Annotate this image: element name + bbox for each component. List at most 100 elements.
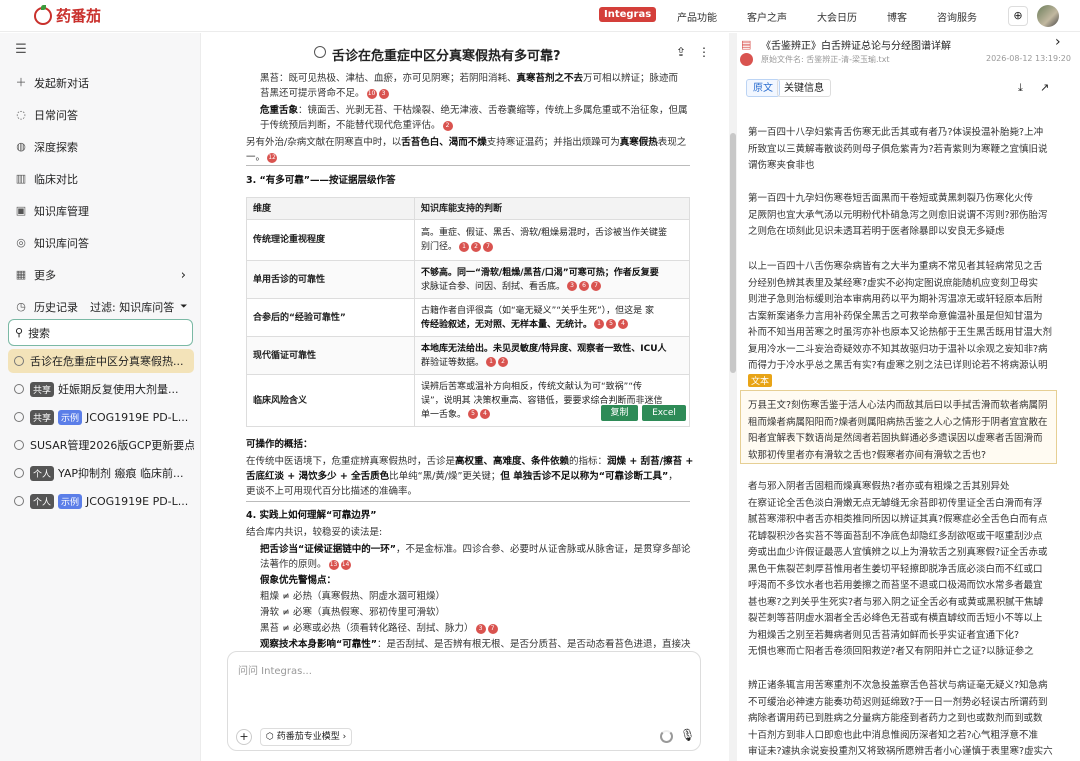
source-paragraph: 辨正诸条辄言用苦寒重剂不次急投盖察舌色苔状与病证毫无疑义?知急病 不可缓治必神速方…	[748, 680, 1053, 757]
nav-product[interactable]: 产品功能	[677, 9, 717, 24]
kb-qa-icon: ◎	[16, 236, 26, 249]
citation-3[interactable]: 3	[475, 623, 486, 634]
more-icon[interactable]: ⋮	[698, 45, 710, 59]
citation-3[interactable]: 3	[567, 281, 578, 291]
divider	[246, 501, 690, 502]
chevron-right-icon: ›	[339, 732, 347, 742]
personal-badge: 个人	[30, 465, 55, 481]
open-external-icon[interactable]: ↗	[1040, 81, 1049, 94]
citation-1[interactable]: 1	[459, 241, 470, 252]
citation-4[interactable]: 4	[480, 409, 491, 419]
citation-13[interactable]: 13	[328, 559, 339, 570]
avatar[interactable]	[1037, 5, 1059, 27]
nav-calendar[interactable]: 大会日历	[817, 9, 857, 24]
citation-6[interactable]: 6	[579, 281, 590, 291]
summary-heading: 可操作的概括：	[246, 439, 313, 450]
menu-icon: ☰	[15, 42, 27, 57]
chat-scrollbar[interactable]	[729, 33, 737, 761]
citation-7[interactable]: 7	[487, 623, 498, 634]
kb-qa-icon	[14, 440, 24, 450]
citation-2[interactable]: 2	[498, 357, 509, 367]
citation-1[interactable]: 1	[486, 357, 497, 367]
citation-5[interactable]: 5	[468, 409, 479, 419]
answer-line: 观察技术本身影响“可靠性”：是否刮拭、是否辨有根无根、是否分质苔、是否动态看苔色…	[260, 639, 691, 650]
citation-14[interactable]: 14	[340, 559, 351, 570]
microphone-icon[interactable]: 🎙	[680, 728, 695, 742]
export-excel-button[interactable]: Excel	[642, 405, 686, 421]
citation-10[interactable]: 10	[366, 88, 377, 99]
brand-badge[interactable]: Integras	[599, 7, 657, 22]
table-header-row: 维度 知识库能支持的判断	[246, 197, 690, 220]
history-filter[interactable]: 过滤: 知识库问答	[90, 299, 174, 315]
menu-toggle[interactable]: ☰	[14, 43, 34, 57]
nav-customers[interactable]: 客户之声	[747, 9, 787, 24]
model-selector[interactable]: ⬡ 药番茄专业模型 ›	[260, 728, 353, 746]
answer-line: 滑软 ≠ 必寒（真热假寒、邪初传里可滑软）	[260, 607, 446, 618]
citation-7[interactable]: 7	[483, 241, 494, 252]
chat-input[interactable]: 问问 Integras... + ⬡ 药番茄专业模型 › 🎙	[227, 651, 701, 751]
history-item[interactable]: 舌诊在危重症中区分真寒假热...	[8, 349, 194, 373]
history-item[interactable]: 共享 示例 JCOG1919E PD-L...	[8, 405, 194, 429]
tab-key-info[interactable]: 关键信息	[777, 79, 831, 97]
answer-line: 危重舌象：镜面舌、光剥无苔、干枯燥裂、绝无津液、舌卷囊缩等，传统上多属危重或不治…	[260, 105, 688, 116]
source-paragraph-highlighted: 万县王文?刻伤寒舌鉴于活人心法内而敌其后曰以手拭舌滑而软者病属阴 租而燥者病属阳阳…	[748, 400, 1048, 461]
sidebar-item-kb-manage[interactable]: ▣ 知识库管理	[14, 203, 89, 219]
chevron-right-icon[interactable]: ›	[1055, 34, 1061, 50]
sidebar-item-deep-explore[interactable]: ◍ 深度探索	[14, 139, 78, 155]
source-paragraph: 第一百四十九孕妇伤寒卷短舌面黑而干卷短或黄黑刺裂乃伤寒化火传 足厥阴也宜大承气汤以…	[748, 193, 1048, 237]
citation-4[interactable]: 4	[618, 319, 629, 329]
globe-icon[interactable]: ⊕	[1008, 6, 1028, 26]
citation-3[interactable]: 3	[378, 88, 389, 99]
answer-line: 一。 12	[246, 152, 278, 163]
history-item[interactable]: 个人 YAP抑制剂 瘢痕 临床前...	[8, 461, 194, 485]
nav-blog[interactable]: 博客	[887, 9, 907, 24]
kb-qa-icon	[14, 356, 24, 366]
sidebar-item-more[interactable]: ▦ 更多 ›	[14, 267, 186, 283]
explore-icon: ◍	[16, 140, 26, 153]
history-item[interactable]: 个人 示例 JCOG1919E PD-L...	[8, 489, 194, 513]
citation-7[interactable]: 7	[591, 281, 602, 291]
citation-2[interactable]: 2	[442, 120, 453, 131]
kb-qa-icon	[14, 496, 24, 506]
sidebar-item-new-chat[interactable]: ＋发起新对话	[14, 75, 90, 91]
top-bar: 药番茄 Integras 产品功能 客户之声 大会日历 博客 咨询服务 ⊕	[0, 0, 1080, 32]
citation-12[interactable]: 12	[267, 152, 278, 163]
tab-original[interactable]: 原文	[746, 79, 780, 97]
download-icon[interactable]: ⤓	[1018, 81, 1023, 95]
citation-2[interactable]: 2	[471, 241, 482, 252]
sidebar: ☰ ＋发起新对话 ◌ 日常问答 ◍ 深度探索 ▥ 临床对比 ▣ 知识库管理 ◎ 知识库问答…	[0, 33, 201, 761]
answer-line: 苔黑还可提示肾命不足。 10 3	[260, 86, 389, 101]
source-avatar-icon	[740, 53, 753, 66]
page-title: 舌诊在危重症中区分真寒假热有多可靠?	[332, 49, 561, 64]
logo[interactable]: 药番茄	[34, 4, 101, 26]
chevron-right-icon: ›	[180, 267, 186, 283]
model-icon: ⬡	[266, 732, 277, 742]
table-row: 现代循证可靠性 本地库无法给出。未见灵敏度/特异度、观察者一致性、ICU人 群验证等…	[246, 336, 690, 375]
source-panel: ▤ 《舌鉴辨正》白舌辨证总论与分经图谱详解 › 原始文件名: 舌鉴辨正-清-梁玉…	[737, 33, 1080, 761]
answer-line: 把舌诊当“证候证据链中的一环”，不是金标准。四诊合参、必要时从证舍脉或从脉舍证，…	[260, 544, 691, 555]
kb-qa-icon	[14, 468, 24, 478]
citation-1[interactable]: 1	[594, 319, 605, 329]
document-icon: ▤	[741, 38, 752, 51]
compare-icon: ▥	[15, 172, 27, 185]
answer-line: 法著作的原则。 13 14	[260, 559, 351, 570]
shared-badge: 共享	[30, 409, 55, 425]
loading-spinner-icon	[660, 730, 673, 743]
sidebar-item-kb-qa[interactable]: ◎ 知识库问答	[14, 235, 89, 251]
copy-table-button[interactable]: 复制	[601, 405, 638, 421]
citation-5[interactable]: 5	[606, 319, 617, 329]
kb-qa-icon	[14, 412, 24, 422]
filter-icon[interactable]: ⏷	[180, 302, 187, 312]
share-icon[interactable]: ⇪	[676, 45, 686, 59]
answer-line: 更谈不上可用现代百分比描述的准确率。	[246, 486, 418, 497]
nav-consulting[interactable]: 咨询服务	[937, 9, 977, 24]
sidebar-item-daily-qa[interactable]: ◌ 日常问答	[14, 107, 78, 123]
history-search[interactable]: ⚲ 搜索	[8, 319, 193, 346]
table-row: 传统理论重视程度 高。重症、假证、黑舌、滑软/粗燥易混时，舌诊被当作关键鉴 别门径。…	[246, 219, 690, 261]
history-item[interactable]: SUSAR管理2026版GCP更新要点	[8, 433, 194, 457]
source-title: 《舌鉴辨正》白舌辨证总论与分经图谱详解	[761, 41, 951, 52]
sidebar-item-clinical-compare[interactable]: ▥ 临床对比	[14, 171, 78, 187]
scrollbar-thumb[interactable]	[730, 133, 736, 373]
attach-plus-icon[interactable]: +	[236, 729, 252, 745]
history-item[interactable]: 共享 妊娠期反复使用大剂量...	[8, 377, 194, 401]
